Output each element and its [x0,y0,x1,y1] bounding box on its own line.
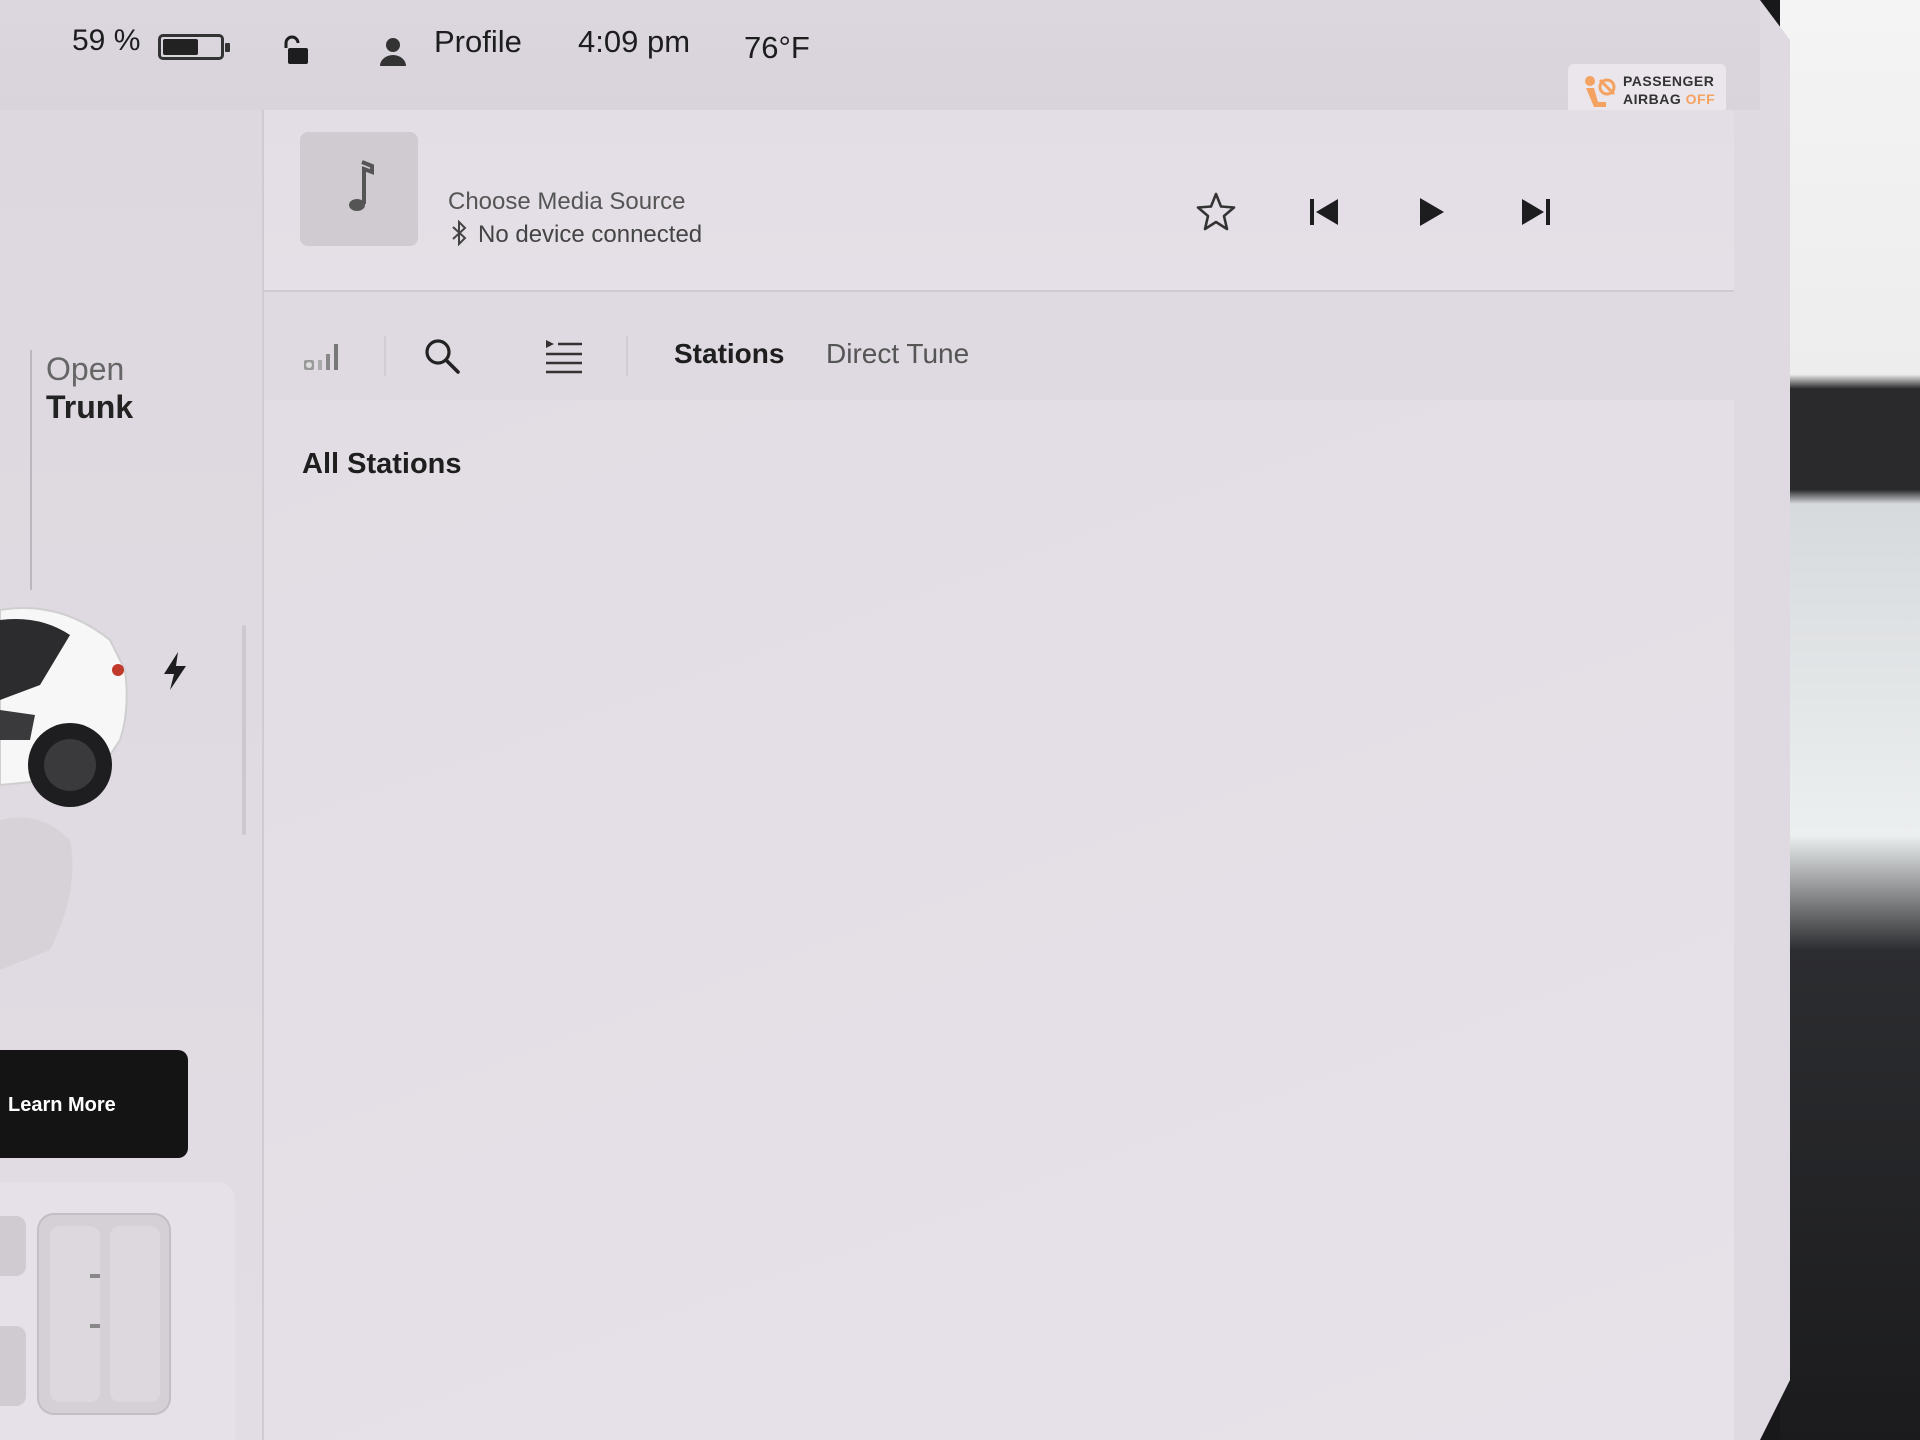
play-icon [1420,198,1444,226]
touchscreen: 59 % Profile 4:09 pm 76°F PASSENGER AIRB… [0,0,1790,1440]
profile-button[interactable]: Profile [434,24,522,60]
charge-port-icon[interactable] [160,652,190,690]
learn-more-button[interactable]: Learn More [0,1050,188,1158]
album-art[interactable] [300,132,418,246]
unlocked-lock-icon[interactable] [280,34,312,66]
airbag-state: OFF [1685,91,1716,107]
toolbar-separator [384,336,386,376]
favorite-button[interactable] [1194,190,1238,234]
airbag-icon [1585,76,1616,107]
panel-divider [30,350,32,590]
media-player-header: Choose Media Source No device connected [264,110,1734,292]
airbag-label-line1: PASSENGER [1623,73,1715,89]
seat-heater-card[interactable] [0,1182,235,1440]
equalizer-icon [304,344,338,370]
open-trunk-button[interactable]: Open Trunk [46,350,133,426]
media-toolbar: Stations Direct Tune [264,320,1734,400]
airbag-label-line2: AIRBAG [1623,91,1682,107]
skip-next-icon [1522,199,1550,225]
car-render-image [0,607,128,970]
open-trunk-label: Trunk [46,389,134,425]
status-bar: 59 % Profile 4:09 pm 76°F PASSENGER AIRB… [0,0,1760,122]
background-window [1780,0,1920,1440]
section-title: All Stations [302,448,462,480]
profile-icon[interactable] [378,36,408,68]
device-status-text: No device connected [478,221,703,248]
search-button[interactable] [420,334,464,378]
battery-fill [163,39,199,55]
airbag-label: PASSENGER AIRBAG OFF [1623,72,1715,108]
previous-button[interactable] [1302,190,1346,234]
battery-percent: 59 % [72,24,141,57]
outside-temperature: 76°F [744,30,810,65]
queue-icon [546,340,582,374]
battery-icon [158,34,230,60]
skip-previous-icon [1310,199,1338,225]
open-trunk-prefix: Open [46,351,125,387]
star-icon [1196,192,1236,231]
equalizer-button[interactable] [300,334,344,378]
device-status: No device connected [448,220,702,249]
play-button[interactable] [1408,190,1452,234]
search-icon [425,339,460,374]
tab-direct-tune[interactable]: Direct Tune [826,338,969,370]
next-button[interactable] [1514,190,1558,234]
queue-button[interactable] [542,334,586,378]
bluetooth-icon [452,220,467,246]
media-source-title[interactable]: Choose Media Source [448,188,685,216]
music-note-icon [349,160,374,211]
panel-scrollbar[interactable] [242,625,246,835]
clock-time: 4:09 pm [578,24,691,59]
seats-top-view-image [0,1213,171,1415]
station-list-area[interactable] [264,400,1734,1440]
toolbar-separator [626,336,628,376]
tab-stations[interactable]: Stations [674,338,784,370]
